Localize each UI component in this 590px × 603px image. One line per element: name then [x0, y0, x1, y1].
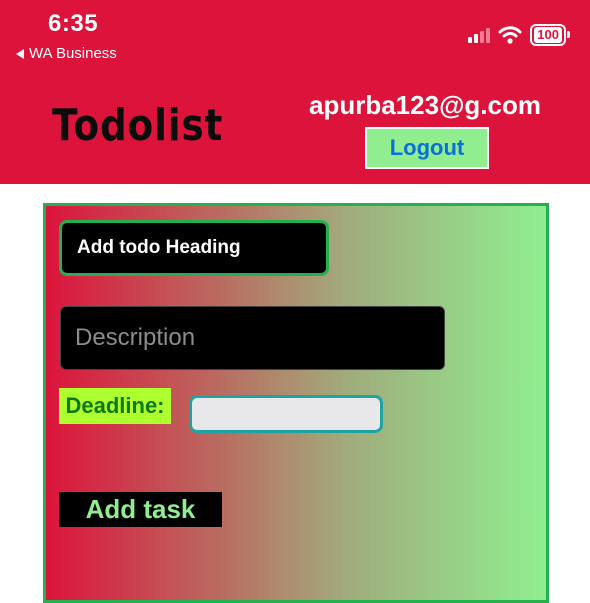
wifi-icon	[498, 26, 522, 44]
deadline-label: Deadline:	[59, 388, 171, 424]
user-email: apurba123@g.com	[309, 90, 541, 120]
back-link-label: WA Business	[29, 45, 117, 62]
logout-button[interactable]: Logout	[365, 127, 489, 169]
back-to-app-link[interactable]: WA Business	[16, 45, 117, 62]
battery-level: 100	[534, 27, 562, 43]
back-arrow-icon	[16, 48, 24, 59]
add-task-button[interactable]: Add task	[59, 492, 222, 527]
description-input[interactable]: Description	[60, 306, 445, 370]
cellular-signal-icon	[468, 27, 491, 43]
deadline-input[interactable]	[189, 395, 383, 433]
app-title: Todolist	[52, 100, 224, 151]
status-time: 6:35	[48, 10, 99, 37]
status-icons: 100	[468, 24, 570, 46]
todo-heading-input[interactable]: Add todo Heading	[59, 220, 329, 276]
battery-icon: 100	[530, 24, 570, 46]
